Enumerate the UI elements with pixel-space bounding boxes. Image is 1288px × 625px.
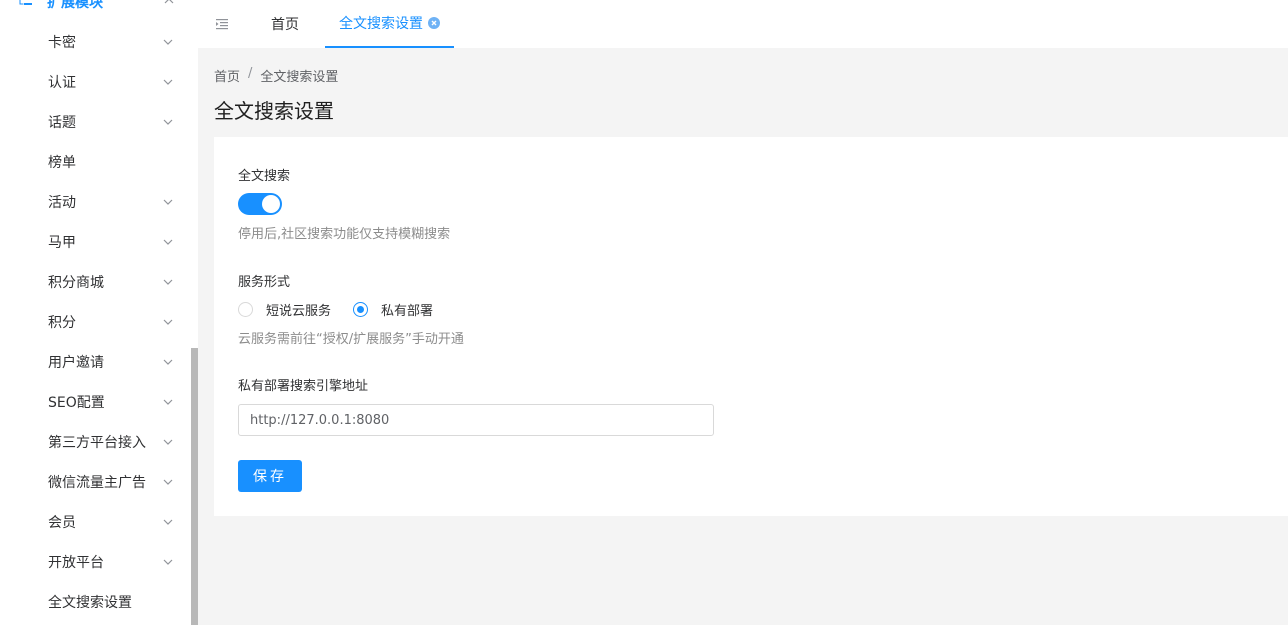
chevron-down-icon xyxy=(163,39,173,45)
engine-address-input[interactable] xyxy=(238,404,714,436)
fulltext-search-hint: 停用后,社区搜索功能仅支持模糊搜索 xyxy=(238,227,451,242)
sidebar-item[interactable]: 卡密 xyxy=(0,22,191,62)
sidebar-item[interactable]: 活动 xyxy=(0,182,191,222)
breadcrumb-home[interactable]: 首页 xyxy=(214,66,240,85)
sidebar-item-label: 积分商城 xyxy=(48,275,104,291)
sidebar-item-label: 马甲 xyxy=(48,235,76,251)
radio-cloud-service[interactable]: 短说云服务 xyxy=(238,300,331,319)
radio-private-deploy[interactable]: 私有部署 xyxy=(353,300,433,319)
sidebar-item[interactable]: 微信流量主广告 xyxy=(0,462,191,502)
chevron-down-icon xyxy=(163,479,173,485)
chevron-down-icon xyxy=(163,199,173,205)
fulltext-search-toggle[interactable] xyxy=(238,193,282,215)
breadcrumb-current: 全文搜索设置 xyxy=(260,70,339,85)
settings-form: 全文搜索 停用后,社区搜索功能仅支持模糊搜索 服务形式 短说云服务 私有部署 云… xyxy=(214,137,1288,516)
radio-circle xyxy=(353,302,368,317)
sidebar-item[interactable]: SEO配置 xyxy=(0,382,191,422)
sidebar-item-label: 第三方平台接入 xyxy=(48,435,146,451)
sidebar-item-label: 微信流量主广告 xyxy=(48,475,146,491)
sidebar-item[interactable]: 全文搜索设置 xyxy=(0,582,191,622)
breadcrumb-separator: / xyxy=(248,66,253,81)
sidebar-item[interactable]: 马甲 xyxy=(0,222,191,262)
chevron-down-icon xyxy=(163,319,173,325)
radio-private-deploy-label: 私有部署 xyxy=(381,304,434,319)
tab-bar: 首页 全文搜索设置 xyxy=(198,0,1288,48)
sidebar-group-extensions[interactable]: 扩展模块 xyxy=(0,0,191,16)
page-title: 全文搜索设置 xyxy=(214,99,334,123)
save-button[interactable]: 保存 xyxy=(238,460,302,492)
sidebar-item-label: 会员 xyxy=(48,515,76,531)
sidebar-item[interactable]: 第三方平台接入 xyxy=(0,422,191,462)
sidebar: 扩展模块 卡密认证话题榜单活动马甲积分商城积分用户邀请 SEO配置第三方平台接入微… xyxy=(0,0,198,625)
radio-cloud-service-label: 短说云服务 xyxy=(266,304,332,319)
tree-list-icon xyxy=(19,0,32,5)
sidebar-item[interactable]: 话题 xyxy=(0,102,191,142)
sidebar-item-label: 活动 xyxy=(48,195,76,211)
tab-home-label: 首页 xyxy=(271,17,299,33)
sidebar-item-label: SEO配置 xyxy=(48,395,105,411)
chevron-down-icon xyxy=(163,399,173,405)
close-icon[interactable] xyxy=(428,17,440,29)
chevron-up-icon xyxy=(164,0,174,4)
chevron-down-icon xyxy=(163,559,173,565)
sidebar-item-label: 全文搜索设置 xyxy=(48,595,132,611)
sidebar-item[interactable]: 积分 xyxy=(0,302,191,342)
sidebar-menu: 卡密认证话题榜单活动马甲积分商城积分用户邀请 SEO配置第三方平台接入 微信流量主广… xyxy=(0,22,191,622)
sidebar-item-label: 开放平台 xyxy=(48,555,104,571)
sidebar-item[interactable]: 用户邀请 xyxy=(0,342,191,382)
breadcrumb: 首页 / 全文搜索设置 xyxy=(214,66,338,85)
menu-fold-icon[interactable] xyxy=(214,16,230,32)
sidebar-group-label: 扩展模块 xyxy=(47,0,103,11)
fulltext-search-label: 全文搜索 xyxy=(238,169,291,184)
sidebar-item[interactable]: 榜单 xyxy=(0,142,191,182)
sidebar-item-label: 话题 xyxy=(48,115,76,131)
sidebar-item[interactable]: 开放平台 xyxy=(0,542,191,582)
tab-fulltext-search-label: 全文搜索设置 xyxy=(339,16,423,32)
sidebar-item-label: 认证 xyxy=(48,75,76,91)
sidebar-item-label: 榜单 xyxy=(48,155,76,171)
engine-address-label: 私有部署搜索引擎地址 xyxy=(238,379,369,394)
chevron-down-icon xyxy=(163,279,173,285)
chevron-down-icon xyxy=(163,119,173,125)
sidebar-item[interactable]: 会员 xyxy=(0,502,191,542)
chevron-down-icon xyxy=(163,519,173,525)
toggle-knob xyxy=(262,195,280,213)
sidebar-item-label: 卡密 xyxy=(48,35,76,51)
chevron-down-icon xyxy=(163,359,173,365)
radio-circle xyxy=(238,302,253,317)
tab-home[interactable]: 首页 xyxy=(271,0,299,48)
sidebar-item-label: 积分 xyxy=(48,315,76,331)
chevron-down-icon xyxy=(163,239,173,245)
sidebar-item[interactable]: 认证 xyxy=(0,62,191,102)
chevron-down-icon xyxy=(163,439,173,445)
sidebar-item[interactable]: 积分商城 xyxy=(0,262,191,302)
sidebar-scrollbar[interactable] xyxy=(191,348,198,625)
chevron-down-icon xyxy=(163,79,173,85)
sidebar-item-label: 用户邀请 xyxy=(48,355,104,371)
tab-fulltext-search[interactable]: 全文搜索设置 xyxy=(325,0,454,48)
service-mode-hint: 云服务需前往“授权/扩展服务”手动开通 xyxy=(238,332,464,347)
service-mode-label: 服务形式 xyxy=(238,275,291,290)
